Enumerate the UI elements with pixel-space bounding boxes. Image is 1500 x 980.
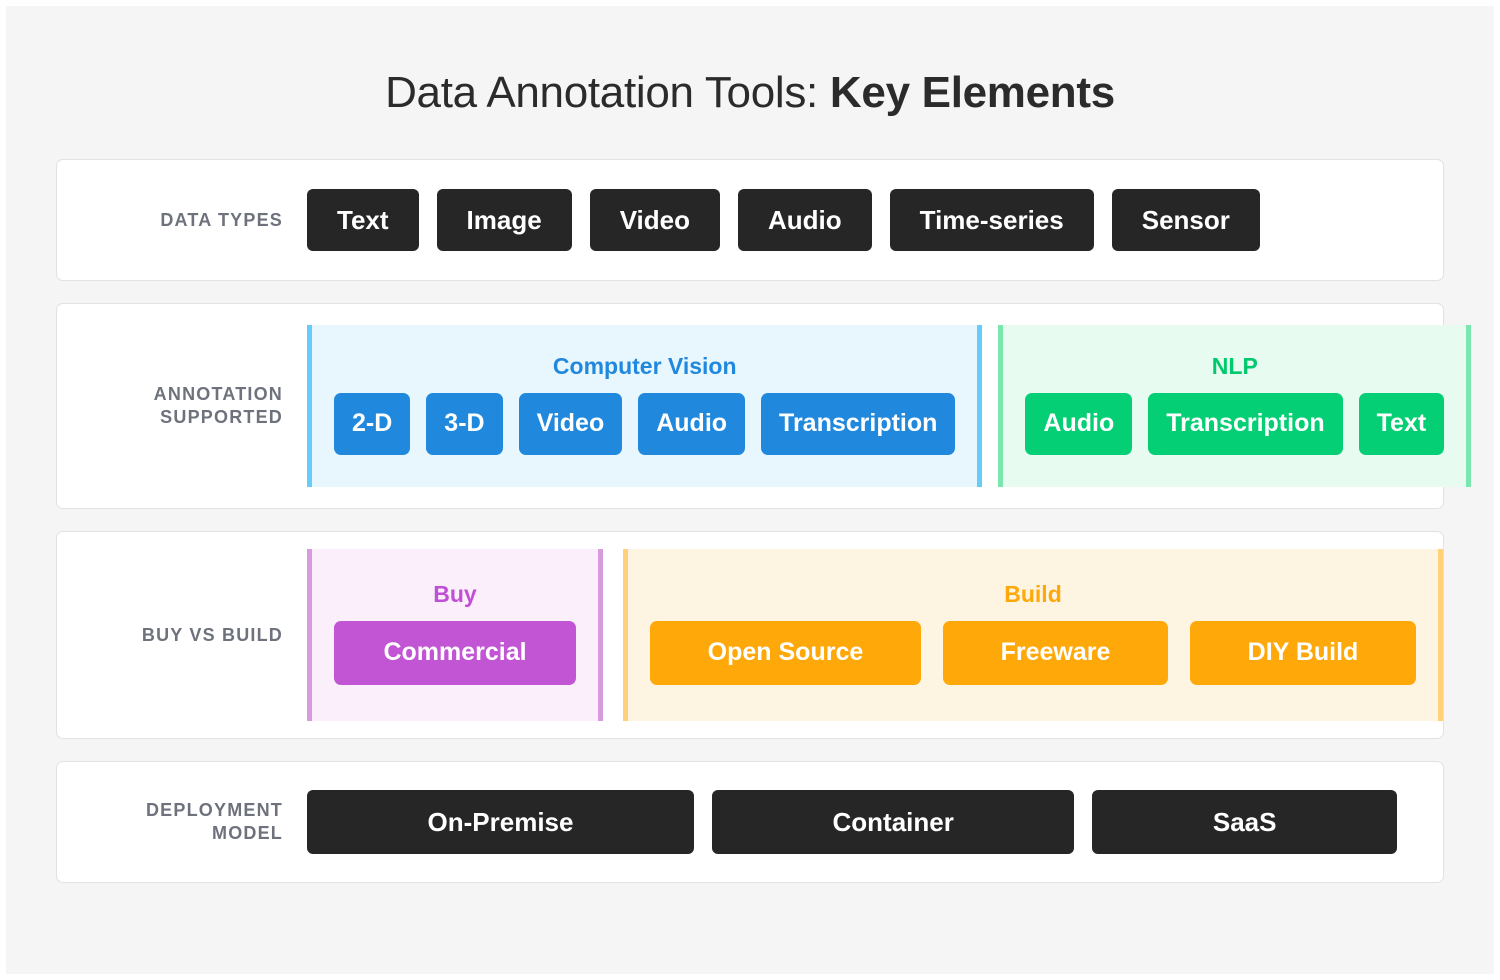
- chip-build-open-source[interactable]: Open Source: [650, 620, 921, 685]
- chip-build-diy-build[interactable]: DIY Build: [1190, 620, 1416, 685]
- row-deployment-model: DEPLOYMENT MODEL On-Premise Container Sa…: [56, 761, 1444, 884]
- row-label-buy-vs-build: BUY VS BUILD: [141, 624, 283, 645]
- chip-nlp-transcription[interactable]: Transcription: [1148, 392, 1343, 455]
- chip-cv-video[interactable]: Video: [518, 392, 623, 455]
- row-buy-vs-build: BUY VS BUILD Buy Commercial Build Open S…: [56, 531, 1444, 740]
- infographic-page: Data Annotation Tools: Key Elements DATA…: [0, 0, 1500, 980]
- group-title-computer-vision: Computer Vision: [552, 352, 737, 379]
- chip-data-type-time-series[interactable]: Time-series: [889, 189, 1094, 252]
- chip-nlp-text[interactable]: Text: [1358, 392, 1445, 455]
- chip-nlp-audio[interactable]: Audio: [1025, 392, 1133, 455]
- group-chips-build: Open Source Freeware DIY Build: [650, 620, 1416, 685]
- chip-deployment-container[interactable]: Container: [711, 790, 1075, 855]
- row-label-line1: DEPLOYMENT: [145, 800, 283, 821]
- chip-deployment-on-premise[interactable]: On-Premise: [307, 790, 694, 855]
- row-body-data-types: Text Image Video Audio Time-series Senso…: [307, 189, 1443, 252]
- group-title-nlp: NLP: [1211, 352, 1258, 379]
- page-title: Data Annotation Tools: Key Elements: [6, 6, 1494, 117]
- chip-cv-2d[interactable]: 2-D: [334, 392, 411, 455]
- rows-container: DATA TYPES Text Image Video Audio Time-s…: [6, 159, 1494, 884]
- row-body-buy-vs-build: Buy Commercial Build Open Source Freewar…: [307, 549, 1443, 722]
- row-label-data-types: DATA TYPES: [160, 209, 283, 230]
- chip-data-type-image[interactable]: Image: [436, 189, 572, 252]
- group-title-buy: Buy: [433, 580, 477, 607]
- row-data-types: DATA TYPES Text Image Video Audio Time-s…: [56, 159, 1444, 282]
- group-chips-nlp: Audio Transcription Text: [1025, 392, 1445, 455]
- chip-build-freeware[interactable]: Freeware: [942, 620, 1169, 685]
- row-label-deployment-model: DEPLOYMENT MODEL: [57, 799, 307, 845]
- chip-data-type-text[interactable]: Text: [307, 189, 419, 252]
- chip-cv-audio[interactable]: Audio: [638, 392, 746, 455]
- chip-data-type-audio[interactable]: Audio: [738, 189, 872, 252]
- group-build: Build Open Source Freeware DIY Build: [623, 549, 1443, 722]
- group-buy: Buy Commercial: [307, 549, 603, 722]
- chip-deployment-saas[interactable]: SaaS: [1092, 790, 1397, 855]
- group-nlp: NLP Audio Transcription Text: [998, 325, 1472, 488]
- row-label-line2: SUPPORTED: [160, 407, 283, 428]
- group-title-build: Build: [1004, 580, 1062, 607]
- page-title-regular: Data Annotation Tools:: [385, 68, 830, 117]
- group-chips-buy: Commercial: [334, 620, 576, 685]
- chip-cv-3d[interactable]: 3-D: [426, 392, 503, 455]
- page-title-bold: Key Elements: [829, 68, 1115, 117]
- row-body-annotation-supported: Computer Vision 2-D 3-D Video Audio Tran…: [307, 325, 1472, 488]
- group-computer-vision: Computer Vision 2-D 3-D Video Audio Tran…: [307, 325, 983, 488]
- chip-cv-transcription[interactable]: Transcription: [761, 392, 956, 455]
- group-chips-computer-vision: 2-D 3-D Video Audio Transcription: [334, 392, 956, 455]
- row-label-line1: ANNOTATION: [153, 384, 283, 405]
- row-body-deployment-model: On-Premise Container SaaS: [307, 790, 1443, 855]
- row-annotation-supported: ANNOTATION SUPPORTED Computer Vision 2-D…: [56, 303, 1472, 510]
- row-label-line2: MODEL: [212, 823, 283, 844]
- chip-buy-commercial[interactable]: Commercial: [334, 620, 576, 685]
- chip-data-type-video[interactable]: Video: [589, 189, 721, 252]
- chip-data-type-sensor[interactable]: Sensor: [1111, 189, 1260, 252]
- row-label-annotation-supported: ANNOTATION SUPPORTED: [57, 383, 307, 429]
